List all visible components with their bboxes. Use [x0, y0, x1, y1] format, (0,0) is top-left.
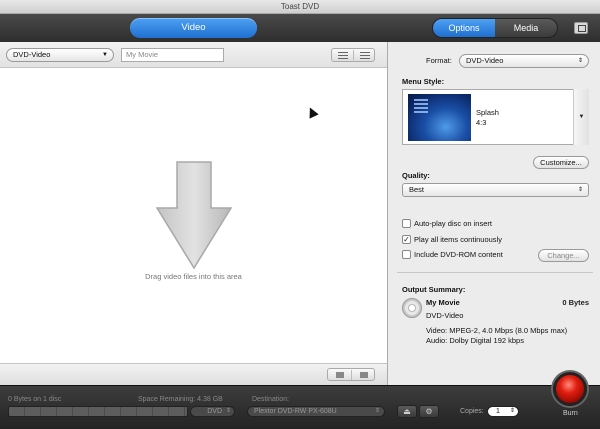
autoplay-label: Auto-play disc on insert [414, 219, 492, 228]
copies-stepper[interactable]: 1 ⇕ [487, 406, 519, 417]
view-mode-toggle[interactable] [331, 48, 375, 62]
summary-format: DVD-Video [426, 311, 464, 320]
menu-style-label: Menu Style: [402, 77, 445, 86]
add-item-icon[interactable] [336, 372, 344, 378]
gear-icon[interactable]: ⚙ [419, 405, 439, 418]
customize-button[interactable]: Customize... [533, 156, 589, 169]
summary-size: 0 Bytes [562, 298, 589, 307]
destination-select[interactable]: Plextor DVD-RW PX-608U ⇕ [247, 406, 385, 417]
quality-label: Quality: [402, 171, 430, 180]
window-toggle-icon[interactable] [574, 22, 588, 34]
disc-usage-meter [8, 406, 188, 417]
menu-style-thumbnail [408, 94, 471, 141]
burn-button[interactable] [553, 372, 587, 406]
copies-value: 1 [496, 408, 500, 415]
tab-group: Options Media [432, 18, 558, 38]
tab-media[interactable]: Media [495, 19, 557, 37]
title-input[interactable]: My Movie [121, 48, 224, 62]
autoplay-checkbox[interactable] [402, 219, 411, 228]
tab-options[interactable]: Options [433, 19, 495, 37]
eject-icon[interactable]: ⏏ [397, 405, 417, 418]
menu-style-ratio: 4:3 [476, 118, 487, 127]
format-label: Format: [426, 56, 452, 65]
summary-video: Video: MPEG-2, 4.0 Mbps (8.0 Mbps max) [426, 326, 568, 335]
summary-audio: Audio: Dolby Digital 192 kbps [426, 336, 524, 345]
output-summary-label: Output Summary: [402, 285, 466, 294]
destination-value: Plextor DVD-RW PX-608U [254, 408, 337, 415]
menu-style-name: Splash [476, 108, 499, 117]
video-mode-button[interactable]: Video [130, 18, 257, 38]
drop-arrow-icon [155, 161, 233, 270]
destination-label: Destination: [252, 396, 289, 403]
change-button[interactable]: Change... [538, 249, 589, 262]
chevron-updown-icon: ⇕ [225, 408, 231, 414]
dvd-rom-label: Include DVD-ROM content [414, 250, 503, 259]
media-type-select[interactable]: DVD ⇕ [190, 406, 235, 417]
chevron-down-icon[interactable]: ▼ [573, 89, 589, 145]
chevron-updown-icon: ⇕ [577, 187, 583, 193]
chevron-updown-icon: ⇕ [577, 58, 583, 64]
divider [397, 272, 593, 273]
copies-label: Copies: [460, 408, 484, 415]
footer-actions [327, 368, 375, 381]
space-remaining: Space Remaining: 4.38 GB [138, 396, 223, 403]
bytes-on-disc: 0 Bytes on 1 disc [8, 396, 62, 403]
video-drop-area[interactable]: Drag video files into this area [0, 68, 387, 363]
edit-item-icon[interactable] [360, 372, 368, 378]
quality-select[interactable]: Best ⇕ [402, 183, 589, 197]
chevron-down-icon: ▼ [102, 52, 108, 58]
summary-title: My Movie [426, 298, 460, 307]
play-all-label: Play all items continuously [414, 235, 502, 244]
chevron-updown-icon: ⇕ [509, 408, 515, 414]
disc-format-value: DVD-Video [13, 50, 51, 59]
toolbar: Video Options Media [0, 14, 600, 42]
media-type-value: DVD [207, 408, 222, 415]
window-title: Toast DVD [0, 0, 600, 14]
quality-value: Best [409, 185, 425, 194]
disc-icon [402, 298, 422, 318]
detail-view-icon[interactable] [360, 52, 370, 59]
format-value: DVD-Video [466, 56, 504, 65]
play-all-checkbox[interactable]: ✓ [402, 235, 411, 244]
format-select[interactable]: DVD-Video ⇕ [459, 54, 589, 68]
chevron-updown-icon: ⇕ [374, 408, 380, 414]
disc-format-select[interactable]: DVD-Video ▼ [6, 48, 114, 62]
menu-style-picker[interactable] [402, 89, 589, 145]
burn-label: Burn [563, 410, 578, 417]
list-view-icon[interactable] [338, 52, 348, 59]
dvd-rom-checkbox[interactable] [402, 250, 411, 259]
drop-hint: Drag video files into this area [145, 272, 242, 281]
